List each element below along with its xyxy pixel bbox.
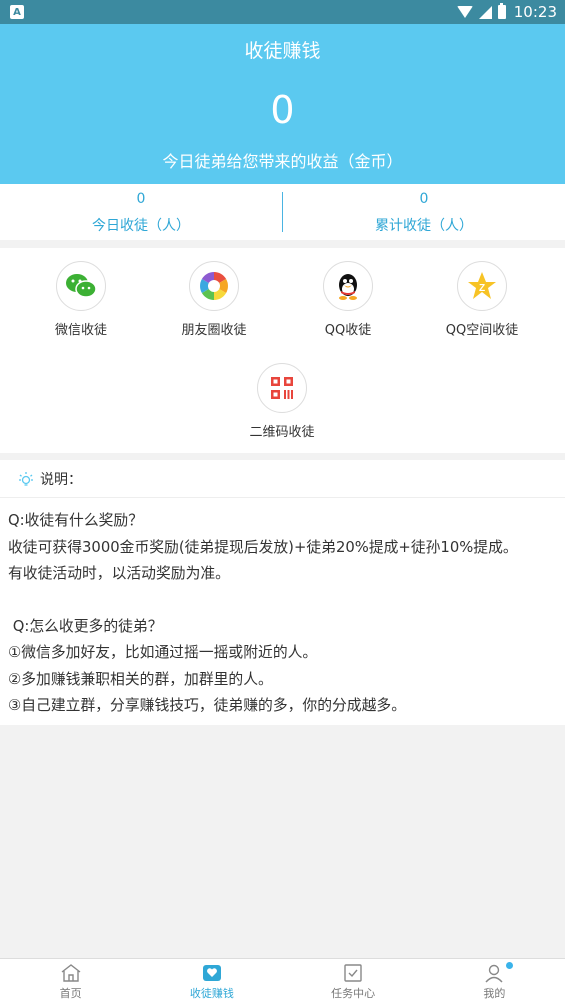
note-line: ②多加赚钱兼职相关的群，加群里的人。 [8,670,273,688]
tab-home-label: 首页 [59,987,82,1000]
earnings-header: 收徒赚钱 0 今日徒弟给您带来的收益（金币） [0,24,565,184]
stat-total-label: 累计收徒（人） [375,218,473,234]
heart-box-icon [202,965,221,981]
share-wechat-button[interactable]: 微信收徒 [21,261,141,338]
qq-icon [339,274,357,300]
note-line: 收徒可获得3000金币奖励(徒弟提现后发放)+徒弟20%提成+徒孙10%提成。 [8,538,518,556]
note-line: Q:收徒有什么奖励？ [8,512,144,529]
tab-apprentice-label: 收徒赚钱 [189,987,234,1000]
share-qq-circle [323,261,373,311]
share-moments-label: 朋友圈收徒 [181,323,247,338]
notification-dot [506,962,513,969]
note-line: ③自己建立群，分享赚钱技巧，徒弟赚的多，你的分成越多。 [8,697,406,714]
page-title: 收徒赚钱 [244,40,321,62]
today-earnings-label: 今日徒弟给您带来的收益（金币） [162,152,403,171]
lightbulb-icon [19,471,33,486]
share-qzone-button[interactable]: Z QQ空间收徒 [422,261,542,338]
note-spacer [8,588,557,614]
qzone-icon: Z [468,272,496,299]
wifi-icon [456,6,473,18]
task-icon [344,964,362,982]
app-notification-icon: A [10,5,24,19]
stat-today: 0 今日收徒（人） [0,184,282,240]
signal-icon [478,5,492,19]
share-moments-circle [189,261,239,311]
tab-profile[interactable]: 我的 [424,959,565,1005]
wechat-icon [66,274,97,298]
stat-total-value: 0 [419,191,429,207]
share-options: 微信收徒 朋友圈收徒 QQ收徒 Z QQ空间收徒 二维码收徒 [0,248,565,453]
instructions-body: Q:收徒有什么奖励？ 收徒可获得3000金币奖励(徒弟提现后发放)+徒弟20%提… [0,498,565,730]
today-earnings-value: 0 [270,88,295,132]
tab-apprentice[interactable]: 收徒赚钱 [141,959,282,1005]
bottom-tab-bar: 首页 收徒赚钱 任务中心 我的 [0,958,565,1005]
tab-profile-label: 我的 [483,987,506,1000]
share-qq-button[interactable]: QQ收徒 [288,261,408,338]
qrcode-icon [271,377,293,399]
stat-total: 0 累计收徒（人） [283,184,565,240]
tab-tasks[interactable]: 任务中心 [283,959,424,1005]
share-qrcode-label: 二维码收徒 [249,425,315,440]
svg-text:Z: Z [479,283,485,294]
stat-today-value: 0 [136,191,146,207]
note-line: Q:怎么收更多的徒弟？ [8,617,163,635]
share-qrcode-circle [257,363,307,413]
share-qzone-circle: Z [457,261,507,311]
share-qzone-label: QQ空间收徒 [445,323,519,338]
instructions-title: 说明： [40,471,82,488]
tab-tasks-label: 任务中心 [331,987,376,1000]
share-moments-button[interactable]: 朋友圈收徒 [154,261,274,338]
home-icon [61,964,81,982]
profile-icon [485,964,503,983]
note-line: 有收徒活动时，以活动奖励为准。 [8,565,230,582]
share-qrcode-button[interactable]: 二维码收徒 [222,363,342,440]
instructions-header: 说明： [0,460,565,498]
apprentice-stats: 0 今日收徒（人） 0 累计收徒（人） [0,184,565,240]
status-bar: A 10:23 [0,0,565,24]
share-wechat-circle [56,261,106,311]
stat-today-label: 今日收徒（人） [92,218,190,234]
clock: 10:23 [513,3,557,21]
note-line: ①微信多加好友，比如通过摇一摇或附近的人。 [8,644,318,661]
moments-icon [200,272,228,300]
instructions-panel: 说明： Q:收徒有什么奖励？ 收徒可获得3000金币奖励(徒弟提现后发放)+徒弟… [0,460,565,725]
battery-icon [497,3,506,19]
share-wechat-label: 微信收徒 [54,323,107,338]
share-qq-label: QQ收徒 [324,323,372,338]
tab-home[interactable]: 首页 [0,959,141,1005]
